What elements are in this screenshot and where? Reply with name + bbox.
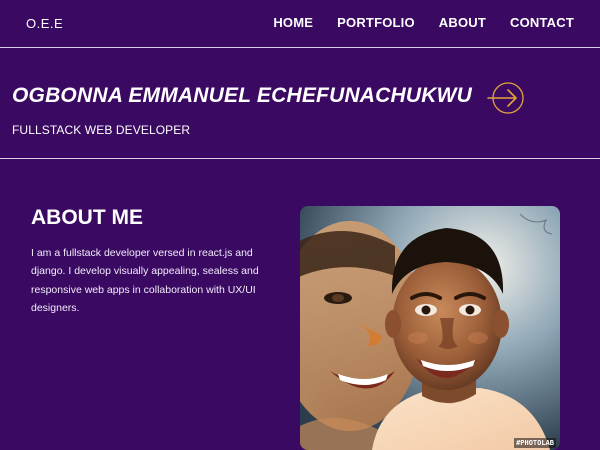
navbar: O.E.E HOME PORTFOLIO ABOUT CONTACT <box>0 0 600 48</box>
hero-role: FULLSTACK WEB DEVELOPER <box>12 123 191 137</box>
profile-photo: #PHOTOLAB <box>300 206 560 450</box>
hero-section: OGBONNA EMMANUEL ECHEFUNACHUKWU FULLSTAC… <box>0 48 600 159</box>
hero-name: OGBONNA EMMANUEL ECHEFUNACHUKWU <box>12 84 473 107</box>
about-title: ABOUT ME <box>31 206 143 229</box>
nav-link-home[interactable]: HOME <box>273 15 313 30</box>
photolab-watermark: #PHOTOLAB <box>514 438 556 448</box>
nav-link-about[interactable]: ABOUT <box>439 15 486 30</box>
site-logo[interactable]: O.E.E <box>26 16 63 31</box>
nav-link-portfolio[interactable]: PORTFOLIO <box>337 15 415 30</box>
nav-link-contact[interactable]: CONTACT <box>510 15 574 30</box>
arrow-right-circle-icon[interactable] <box>487 82 525 114</box>
about-text: I am a fullstack developer versed in rea… <box>31 247 259 315</box>
nav-links: HOME PORTFOLIO ABOUT CONTACT <box>273 15 574 30</box>
